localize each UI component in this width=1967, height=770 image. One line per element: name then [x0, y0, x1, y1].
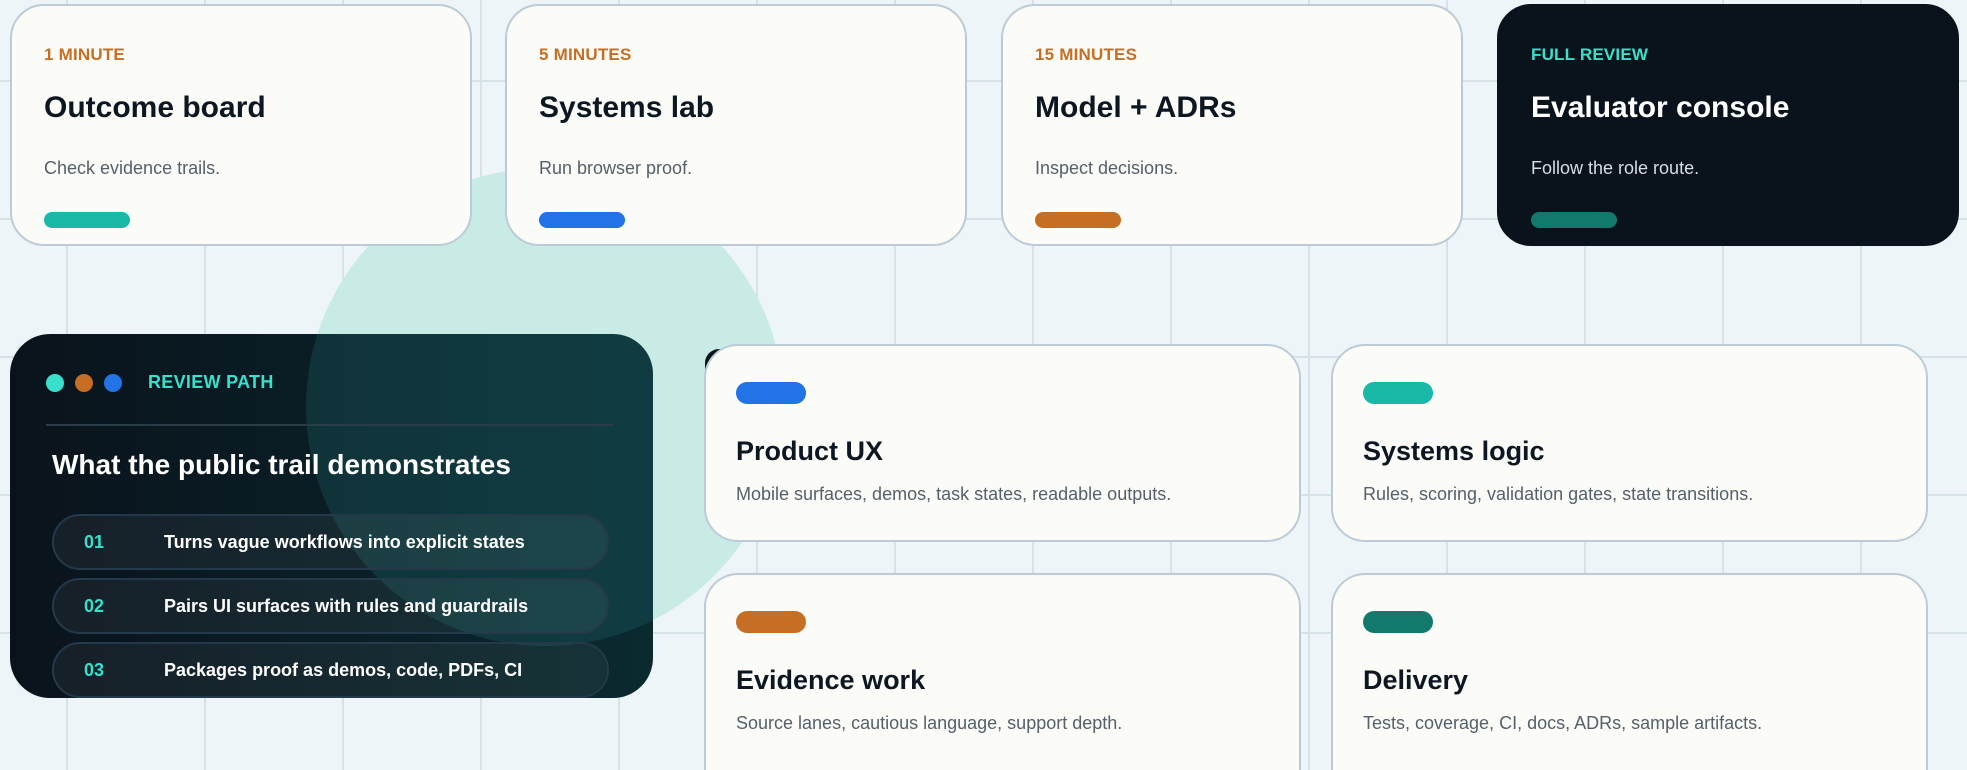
capability-card-systems-logic[interactable]: Systems logic Rules, scoring, validation…	[1331, 344, 1928, 542]
review-item-text: Pairs UI surfaces with rules and guardra…	[164, 596, 529, 616]
accent-pill	[736, 611, 806, 633]
card-title: Evaluator console	[1531, 91, 1790, 124]
card-duration: 1 MINUTE	[44, 45, 125, 64]
review-path-label: REVIEW PATH	[148, 372, 274, 392]
accent-pill	[1363, 382, 1433, 404]
review-item-number: 03	[84, 660, 105, 680]
accent-pill	[539, 212, 625, 228]
review-item[interactable]: 01 Turns vague workflows into explicit s…	[52, 514, 609, 570]
capability-title: Delivery	[1363, 665, 1469, 695]
accent-pill	[1035, 212, 1121, 228]
capability-card-evidence-work[interactable]: Evidence work Source lanes, cautious lan…	[704, 573, 1301, 770]
capability-card-product-ux[interactable]: Product UX Mobile surfaces, demos, task …	[704, 344, 1301, 542]
card-description: Run browser proof.	[539, 158, 693, 178]
capability-title: Product UX	[736, 436, 884, 466]
card-model-adrs[interactable]: 15 MINUTES Model + ADRs Inspect decision…	[1001, 4, 1463, 246]
card-duration: FULL REVIEW	[1531, 45, 1649, 64]
capability-description: Tests, coverage, CI, docs, ADRs, sample …	[1363, 713, 1763, 733]
capability-title: Systems logic	[1363, 436, 1545, 466]
card-systems-lab[interactable]: 5 MINUTES Systems lab Run browser proof.	[505, 4, 967, 246]
capability-card-delivery[interactable]: Delivery Tests, coverage, CI, docs, ADRs…	[1331, 573, 1928, 770]
accent-pill	[1531, 212, 1617, 228]
review-path-heading: What the public trail demonstrates	[52, 449, 511, 480]
review-item[interactable]: 03 Packages proof as demos, code, PDFs, …	[52, 642, 609, 698]
review-path-panel: REVIEW PATH What the public trail demons…	[10, 334, 653, 698]
capability-description: Rules, scoring, validation gates, state …	[1363, 484, 1754, 504]
window-dot-orange-icon	[75, 374, 93, 392]
accent-pill	[1363, 611, 1433, 633]
card-title: Model + ADRs	[1035, 91, 1237, 124]
review-item-number: 02	[84, 596, 105, 616]
review-item-number: 01	[84, 532, 105, 552]
card-outcome-board[interactable]: 1 MINUTE Outcome board Check evidence tr…	[10, 4, 472, 246]
card-duration: 5 MINUTES	[539, 45, 632, 64]
card-description: Inspect decisions.	[1035, 158, 1179, 178]
review-item[interactable]: 02 Pairs UI surfaces with rules and guar…	[52, 578, 609, 634]
accent-pill	[44, 212, 130, 228]
accent-pill	[736, 382, 806, 404]
card-title: Systems lab	[539, 91, 715, 124]
review-item-text: Turns vague workflows into explicit stat…	[164, 532, 525, 552]
card-description: Follow the role route.	[1531, 158, 1700, 178]
card-duration: 15 MINUTES	[1035, 45, 1138, 64]
window-dot-blue-icon	[104, 374, 122, 392]
capability-title: Evidence work	[736, 665, 926, 695]
card-title: Outcome board	[44, 91, 266, 124]
card-description: Check evidence trails.	[44, 158, 221, 178]
card-evaluator-console[interactable]: FULL REVIEW Evaluator console Follow the…	[1497, 4, 1959, 246]
divider	[46, 424, 614, 426]
review-item-text: Packages proof as demos, code, PDFs, CI	[164, 660, 523, 680]
window-dot-teal-icon	[46, 374, 64, 392]
capability-description: Source lanes, cautious language, support…	[736, 713, 1123, 733]
capability-description: Mobile surfaces, demos, task states, rea…	[736, 484, 1172, 504]
